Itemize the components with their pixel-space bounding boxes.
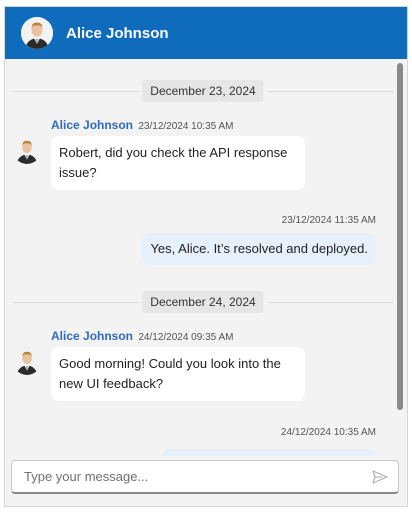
date-pill: December 23, 2024: [142, 80, 264, 102]
message-bubble: [162, 449, 376, 456]
message-meta: Alice Johnson 23/12/2024 10:35 AM: [51, 118, 233, 132]
send-icon[interactable]: [372, 470, 388, 484]
user-avatar-icon: [13, 136, 41, 164]
message-timestamp: 24/12/2024 09:35 AM: [138, 332, 234, 343]
message-bubble: Yes, Alice. It’s resolved and deployed.: [142, 233, 376, 265]
message-bubble: Robert, did you check the API response i…: [51, 136, 305, 190]
header-title: Alice Johnson: [66, 24, 169, 42]
header-avatar-icon: [21, 17, 53, 49]
chat-window: Alice Johnson December 23, 2024 Alice Jo…: [4, 6, 408, 507]
date-separator: December 24, 2024: [13, 291, 393, 313]
separator-line: [268, 302, 393, 303]
message-timestamp: 24/12/2024 10:35 AM: [280, 427, 376, 438]
message-list[interactable]: December 23, 2024 Alice Johnson 23/12/20…: [5, 59, 407, 456]
chat-header: Alice Johnson: [5, 7, 407, 59]
message-meta: Alice Johnson 24/12/2024 09:35 AM: [51, 329, 233, 343]
message-bubble: Good morning! Could you look into the ne…: [51, 347, 305, 401]
separator-line: [268, 91, 393, 92]
message-composer: [11, 460, 399, 494]
separator-line: [13, 302, 138, 303]
date-separator: December 23, 2024: [13, 80, 393, 102]
message-timestamp: 23/12/2024 11:35 AM: [281, 215, 376, 226]
scrollbar-thumb[interactable]: [397, 63, 403, 410]
message-timestamp: 23/12/2024 10:35 AM: [138, 121, 234, 132]
message-author: Alice Johnson: [51, 329, 134, 343]
date-pill: December 24, 2024: [142, 291, 264, 313]
user-avatar-icon: [13, 347, 41, 375]
separator-line: [13, 91, 138, 92]
message-input[interactable]: [12, 461, 362, 492]
message-author: Alice Johnson: [51, 118, 134, 132]
